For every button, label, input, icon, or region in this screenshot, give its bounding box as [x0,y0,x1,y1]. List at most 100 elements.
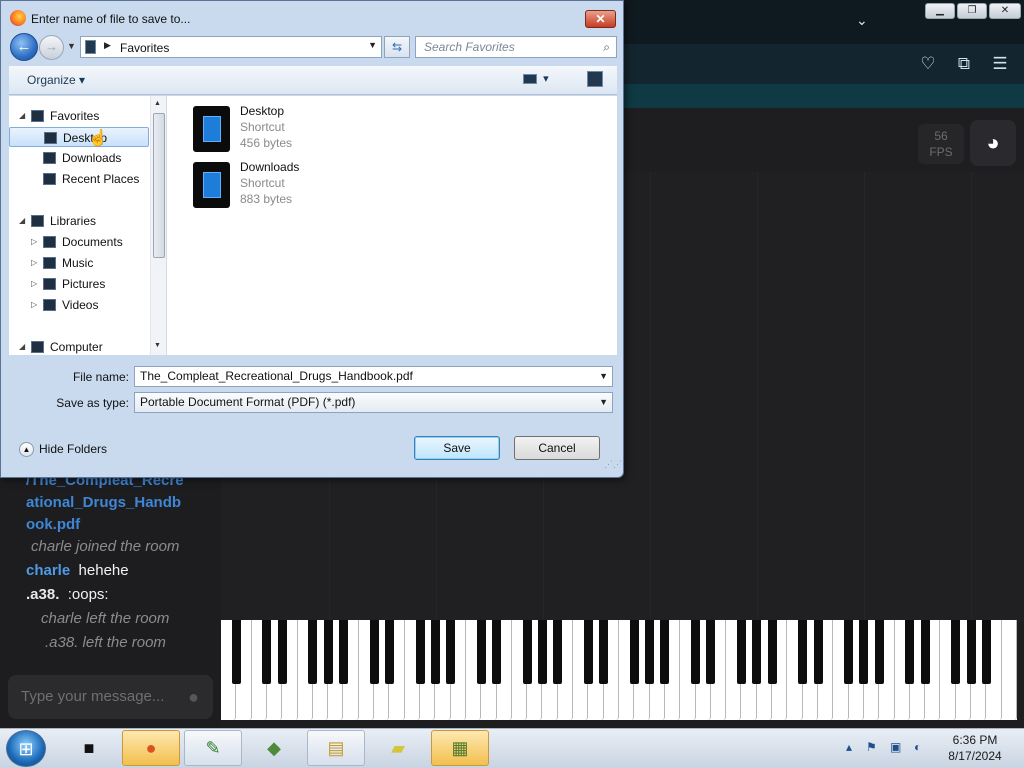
resize-grip-icon[interactable]: ⋰⋰ [604,460,622,473]
save-as-type-select[interactable]: Portable Document Format (PDF) (*.pdf) ▼ [134,392,613,413]
piano-black-key[interactable] [752,620,762,684]
extensions-icon[interactable]: ⧉ [952,54,976,74]
piano-black-key[interactable] [262,620,272,684]
tab-list-chevron-icon[interactable]: ⌄ [856,12,868,29]
organize-menu[interactable]: Organize ▾ [27,73,85,87]
file-name-field[interactable]: The_Compleat_Recreational_Drugs_Handbook… [134,366,613,387]
collapse-arrow-icon[interactable]: ▷ [31,295,37,315]
maximize-button[interactable]: ❐ [957,3,987,19]
piano-black-key[interactable] [338,620,348,684]
taskbar-app-firefox[interactable]: ● [122,730,180,766]
cancel-button[interactable]: Cancel [514,436,600,460]
search-icon[interactable]: ⌕ [603,37,610,57]
piano-black-key[interactable] [736,620,746,684]
piano-black-key[interactable] [415,620,425,684]
nav-tree-item[interactable]: ▷ Music [9,253,149,273]
scroll-down-icon[interactable]: ▼ [154,342,161,349]
minimize-button[interactable]: ▁ [925,3,955,19]
piano-black-key[interactable] [537,620,547,684]
piano-black-key[interactable] [920,620,930,684]
piano-black-key[interactable] [798,620,808,684]
piano-black-key[interactable] [660,620,670,684]
piano-black-key[interactable] [384,620,394,684]
nav-tree-item[interactable]: ▷ Pictures [9,274,149,294]
chat-bubble-icon[interactable]: ● [188,675,199,719]
dialog-close-button[interactable]: ✕ [585,10,616,28]
piano-keyboard[interactable] [221,620,1017,720]
chat-file-link[interactable]: /The_Compleat_Recre ational_Drugs_Handb … [26,470,216,536]
search-input[interactable]: Search Favorites ⌕ [415,36,617,58]
expand-arrow-icon[interactable]: ◢ [19,337,25,355]
tray-expand-icon[interactable]: ▴ [846,740,852,754]
piano-black-key[interactable] [706,620,716,684]
start-button[interactable]: ⊞ [6,730,46,767]
nav-tree-item[interactable]: ◢ Libraries [9,211,149,231]
taskbar-app-notes[interactable]: ▰ [369,730,427,766]
piano-black-key[interactable] [981,620,991,684]
taskbar-app-explorer[interactable]: ▤ [307,730,365,766]
tray-volume-icon[interactable]: ◐ [914,740,921,754]
piano-black-key[interactable] [446,620,456,684]
breadcrumb-favorites[interactable]: Favorites [120,41,169,55]
piano-black-key[interactable] [813,620,823,684]
piano-black-key[interactable] [522,620,532,684]
navigation-scrollbar[interactable]: ▲ ▼ [150,96,166,355]
taskbar-app-minecraft[interactable]: ◆ [245,730,303,766]
nav-tree-item[interactable]: ▷ Documents [9,232,149,252]
change-view-button[interactable]: ▾ [523,72,549,85]
file-item[interactable]: Downloads Shortcut 883 bytes [191,160,391,212]
piano-black-key[interactable] [767,620,777,684]
breadcrumb-separator-icon[interactable]: ▶ [104,40,111,51]
taskbar-app-paint[interactable]: ✎ [184,730,242,766]
piano-black-key[interactable] [859,620,869,684]
piano-black-key[interactable] [492,620,502,684]
piano-white-key[interactable] [1001,620,1017,720]
preview-pane-icon[interactable] [587,71,603,87]
piano-black-key[interactable] [369,620,379,684]
piano-black-key[interactable] [691,620,701,684]
nav-tree-item[interactable]: ◢ Computer [9,337,149,355]
chat-username[interactable]: .a38. [26,586,59,603]
taskbar-clock[interactable]: 6:36 PM 8/17/2024 [940,732,1010,764]
scroll-up-icon[interactable]: ▲ [154,100,161,107]
piano-black-key[interactable] [476,620,486,684]
pocket-icon[interactable]: ♡ [916,54,940,74]
tray-flag-icon[interactable]: ⚑ [866,740,877,754]
collapse-arrow-icon[interactable]: ▷ [31,232,37,252]
collapse-arrow-icon[interactable]: ▷ [31,274,37,294]
file-item[interactable]: Desktop Shortcut 456 bytes [191,104,391,156]
taskbar-app-minecraft-launcher[interactable]: ▦ [431,730,489,766]
nav-tree-item[interactable]: Desktop [9,127,149,147]
nav-tree-item[interactable]: ◢ Favorites [9,106,149,126]
piano-black-key[interactable] [905,620,915,684]
address-bar[interactable]: ▶ Favorites ▼ [80,36,382,58]
recent-locations-dropdown[interactable]: ▼ [67,41,76,51]
piano-black-key[interactable] [951,620,961,684]
piano-black-key[interactable] [844,620,854,684]
save-button[interactable]: Save [414,436,500,460]
nav-tree-item[interactable]: ▷ Videos [9,295,149,315]
menu-icon[interactable]: ☰ [988,54,1012,74]
nav-tree-item[interactable]: Downloads [9,148,149,168]
piano-black-key[interactable] [231,620,241,684]
save-as-type-dropdown-icon[interactable]: ▼ [599,393,608,412]
forward-button[interactable]: → [39,35,64,60]
piano-black-key[interactable] [874,620,884,684]
piano-black-key[interactable] [583,620,593,684]
piano-black-key[interactable] [323,620,333,684]
taskbar-app-black-cube[interactable]: ■ [60,730,118,766]
file-name-dropdown-icon[interactable]: ▼ [599,367,608,386]
expand-arrow-icon[interactable]: ◢ [19,106,25,126]
piano-black-key[interactable] [277,620,287,684]
back-button[interactable]: ← [10,33,38,61]
piano-black-key[interactable] [966,620,976,684]
piano-black-key[interactable] [430,620,440,684]
nav-tree-item[interactable]: Recent Places [9,169,149,189]
close-window-button[interactable]: ✕ [989,3,1021,19]
scrollbar-thumb[interactable] [153,113,165,258]
tray-network-icon[interactable]: ▣ [890,740,901,754]
address-dropdown-icon[interactable]: ▼ [368,40,377,50]
piano-black-key[interactable] [553,620,563,684]
collapse-arrow-icon[interactable]: ▷ [31,253,37,273]
hide-folders-button[interactable]: ▲ Hide Folders [19,442,107,458]
